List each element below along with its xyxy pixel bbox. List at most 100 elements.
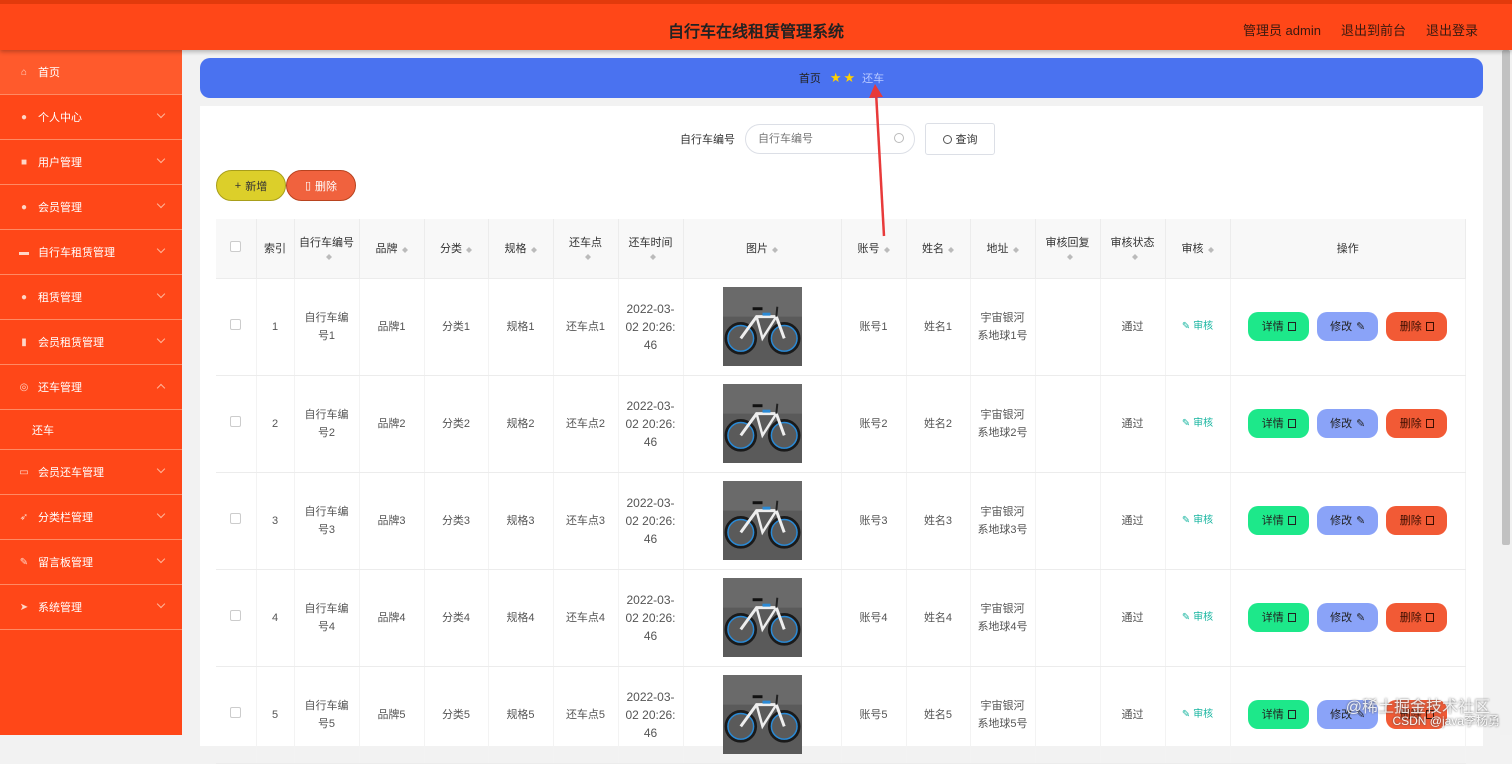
edit-button[interactable]: 修改 ✎ (1317, 409, 1379, 438)
row-checkbox[interactable] (230, 609, 242, 621)
batch-delete-button[interactable]: ▯ 删除 (286, 170, 356, 201)
page-scrollbar[interactable] (1500, 50, 1512, 735)
category-icon: ➶ (19, 511, 29, 523)
back-to-front-link[interactable]: 退出到前台 (1341, 20, 1406, 39)
breadcrumb-home[interactable]: 首页 (799, 70, 821, 86)
detail-button[interactable]: 详情 (1248, 506, 1310, 535)
cell-brand: 品牌5 (359, 666, 425, 764)
delete-button[interactable]: 删除 (1386, 603, 1448, 632)
edit-icon: ✎ (1181, 709, 1194, 720)
col-index: 索引 (256, 219, 295, 279)
audit-link[interactable]: ✎ 审核 (1182, 612, 1213, 623)
delete-button[interactable]: 删除 (1386, 506, 1448, 535)
sidebar-item-category-management[interactable]: ➶ 分类栏管理 (0, 495, 182, 540)
select-all-checkbox[interactable] (230, 241, 242, 253)
col-audit[interactable]: 审核 (1165, 219, 1231, 279)
cell-return-point: 还车点2 (553, 375, 619, 473)
sidebar-item-member-rental-management[interactable]: ▮ 会员租赁管理 (0, 320, 182, 365)
bike-thumbnail (722, 384, 802, 463)
chevron-up-icon (156, 383, 166, 393)
sidebar-item-user-management[interactable]: ■ 用户管理 (0, 140, 182, 185)
sidebar-item-return-management[interactable]: ◎ 还车管理 (0, 365, 182, 410)
audit-link[interactable]: ✎ 审核 (1182, 418, 1213, 429)
sidebar-item-member-return-management[interactable]: ▭ 会员还车管理 (0, 450, 182, 495)
audit-link[interactable]: ✎ 审核 (1182, 515, 1213, 526)
cell-operations: 详情 修改 ✎ 删除 (1230, 375, 1466, 473)
user-icon: ● (20, 111, 28, 123)
content-panel: 自行车编号 查询 + 新增 ▯ 删除 索引 自行车编号 (200, 106, 1483, 764)
row-actions: 详情 修改 ✎ 删除 (1237, 603, 1460, 632)
add-button[interactable]: + 新增 (216, 170, 286, 201)
col-address[interactable]: 地址 (970, 219, 1036, 279)
chevron-down-icon (156, 199, 166, 209)
trash-icon (1425, 516, 1434, 525)
search-row: 自行车编号 查询 (680, 123, 995, 155)
delete-button[interactable]: 删除 (1386, 409, 1448, 438)
col-spec[interactable]: 规格 (488, 219, 554, 279)
row-checkbox[interactable] (230, 415, 242, 427)
cell-name: 姓名5 (906, 666, 971, 764)
edit-icon: ✎ (1356, 514, 1366, 527)
users-icon: ■ (20, 156, 28, 168)
col-category[interactable]: 分类 (424, 219, 489, 279)
sidebar-subitem-return-bike[interactable]: 还车 (0, 410, 182, 450)
detail-button[interactable]: 详情 (1248, 312, 1310, 341)
cell-image (683, 278, 842, 376)
sidebar-item-member-management[interactable]: ● 会员管理 (0, 185, 182, 230)
search-input[interactable] (746, 125, 886, 153)
audit-link[interactable]: ✎ 审核 (1182, 321, 1213, 332)
row-checkbox[interactable] (230, 706, 242, 718)
detail-button-label: 详情 (1261, 514, 1284, 527)
cell-audit-status: 通过 (1100, 375, 1166, 473)
sidebar-item-label: 自行车租赁管理 (38, 247, 115, 259)
sidebar-item-system-management[interactable]: ➤ 系统管理 (0, 585, 182, 630)
admin-user-label: 管理员 admin (1242, 23, 1321, 38)
row-checkbox[interactable] (230, 512, 242, 524)
cell-operations: 详情 修改 ✎ 删除 (1230, 278, 1466, 376)
sort-icon (1131, 251, 1138, 261)
detail-button[interactable]: 详情 (1248, 409, 1310, 438)
col-label: 图片 (746, 243, 768, 256)
cell-return-time: 2022-03-02 20:26:46 (618, 472, 684, 570)
col-image[interactable]: 图片 (683, 219, 842, 279)
edit-button[interactable]: 修改 ✎ (1317, 506, 1379, 535)
col-account[interactable]: 账号 (841, 219, 907, 279)
sort-icon (530, 244, 537, 254)
detail-button[interactable]: 详情 (1248, 700, 1310, 729)
sidebar-item-home[interactable]: ⌂ 首页 (0, 50, 182, 95)
edit-button-label: 修改 (1330, 417, 1353, 430)
row-select-cell (216, 569, 257, 667)
col-audit-status[interactable]: 审核状态 (1100, 219, 1166, 279)
sort-icon (1207, 244, 1214, 254)
edit-icon: ✎ (1181, 515, 1194, 526)
col-name[interactable]: 姓名 (906, 219, 971, 279)
detail-button[interactable]: 详情 (1248, 603, 1310, 632)
col-bike-no[interactable]: 自行车编号 (294, 219, 360, 279)
sort-icon (772, 244, 778, 254)
col-return-time[interactable]: 还车时间 (618, 219, 684, 279)
search-button[interactable]: 查询 (925, 123, 995, 155)
cell-return-time: 2022-03-02 20:26:46 (618, 375, 684, 473)
rental-icon: ● (20, 291, 28, 303)
edit-icon: ✎ (1181, 321, 1194, 332)
edit-button[interactable]: 修改 ✎ (1317, 603, 1379, 632)
member-icon: ● (20, 201, 28, 213)
member-return-icon: ▭ (19, 466, 29, 478)
col-return-point[interactable]: 还车点 (553, 219, 619, 279)
delete-button[interactable]: 删除 (1386, 312, 1448, 341)
sidebar-item-bike-rental-management[interactable]: ▬ 自行车租赁管理 (0, 230, 182, 275)
cell-audit: ✎ 审核 (1165, 375, 1231, 473)
col-audit-reply[interactable]: 审核回复 (1035, 219, 1101, 279)
sidebar-item-personal-center[interactable]: ● 个人中心 (0, 95, 182, 140)
scrollbar-thumb[interactable] (1502, 50, 1510, 545)
sidebar-item-rental-management[interactable]: ● 租赁管理 (0, 275, 182, 320)
col-brand[interactable]: 品牌 (359, 219, 425, 279)
sidebar-item-message-board-management[interactable]: ✎ 留言板管理 (0, 540, 182, 585)
logout-link[interactable]: 退出登录 (1426, 20, 1478, 39)
cell-account: 账号4 (841, 569, 907, 667)
audit-link[interactable]: ✎ 审核 (1182, 709, 1213, 720)
row-checkbox[interactable] (230, 318, 242, 330)
cell-category: 分类5 (424, 666, 489, 764)
cell-brand: 品牌2 (359, 375, 425, 473)
edit-button[interactable]: 修改 ✎ (1317, 312, 1379, 341)
